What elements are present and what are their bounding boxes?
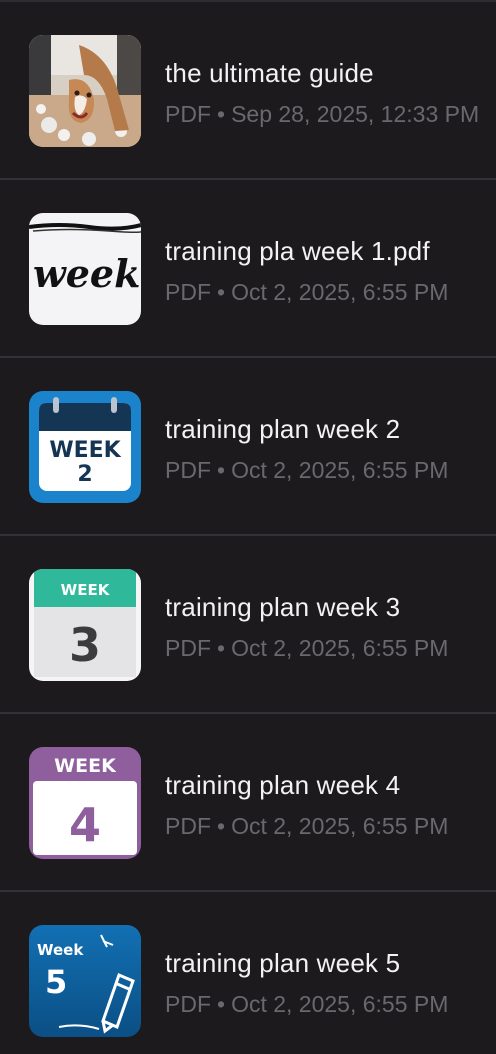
- file-type: PDF: [165, 101, 211, 127]
- file-title: training plan week 2: [165, 414, 401, 444]
- pencil-week-5-thumbnail: Week 5: [29, 925, 141, 1037]
- file-row-training-pla-week-1[interactable]: week 1 training pla week 1.pdf PDF•Oct 2…: [0, 180, 496, 358]
- file-row-the-ultimate-guide[interactable]: the ultimate guide PDF • Sep 28, 2025, 12:…: [0, 2, 496, 180]
- separator-dot: •: [217, 813, 226, 839]
- file-date: Oct 2, 2025, 6:55 PM: [231, 991, 449, 1017]
- calendar-week-4-thumbnail: WEEK 4: [29, 747, 141, 859]
- file-meta: PDF • Oct 2, 2025, 6:55 PM: [165, 991, 496, 1018]
- week-label: WEEK: [54, 755, 117, 777]
- file-date: Oct 2, 2025, 6:55 PM: [231, 279, 449, 305]
- week-number: 2: [77, 462, 92, 487]
- separator-dot: •: [217, 457, 226, 483]
- file-list: the ultimate guide PDF • Sep 28, 2025, 12:…: [0, 0, 496, 1054]
- file-meta: PDF • Oct 2, 2025, 6:55 PM: [165, 813, 496, 840]
- file-date: Sep 28, 2025, 12:33 PM: [231, 101, 480, 127]
- file-date: Oct 2, 2025, 6:55 PM: [231, 635, 449, 661]
- file-type: PDF: [165, 279, 211, 305]
- calendar-week-2-thumbnail: WEEK 2: [29, 391, 141, 503]
- file-date: Oct 2, 2025, 6:55 PM: [231, 813, 449, 839]
- file-type: PDF: [165, 813, 211, 839]
- file-title: training plan week 3: [165, 592, 401, 622]
- file-type: PDF: [165, 457, 211, 483]
- file-title: the ultimate guide: [165, 58, 374, 88]
- file-row-training-plan-week-3[interactable]: WEEK 3 training plan week 3 PDF • Oct 2, 2…: [0, 536, 496, 714]
- week-number: 4: [69, 798, 101, 852]
- file-date: Oct 2, 2025, 6:55 PM: [231, 457, 449, 483]
- week-label: WEEK: [49, 438, 121, 463]
- file-row-training-plan-week-4[interactable]: WEEK 4 training plan week 4 PDF • Oct 2, 2…: [0, 714, 496, 892]
- calendar-week-3-thumbnail: WEEK 3: [29, 569, 141, 681]
- file-meta: PDF • Oct 2, 2025, 6:55 PM: [165, 457, 496, 484]
- file-meta: PDF • Sep 28, 2025, 12:33 PM: [165, 101, 496, 128]
- week-1-thumbnail: week 1: [29, 213, 141, 325]
- file-row-training-plan-week-5[interactable]: Week 5 training plan week 5 PDF • Oct 2, 2…: [0, 892, 496, 1054]
- separator-dot: •: [217, 635, 226, 661]
- dog-photo-thumbnail: [29, 35, 141, 147]
- week-label: WEEK: [61, 581, 111, 599]
- week-label: Week: [37, 941, 84, 959]
- file-type: PDF: [165, 635, 211, 661]
- file-meta: PDF • Oct 2, 2025, 6:55 PM: [165, 279, 496, 306]
- file-title: training plan week 4: [165, 770, 401, 800]
- file-row-training-plan-week-2[interactable]: WEEK 2 training plan week 2 PDF • Oct 2, 2…: [0, 358, 496, 536]
- separator-dot: •: [217, 279, 226, 305]
- week-1-lettering: week 1: [33, 251, 141, 296]
- file-type: PDF: [165, 991, 211, 1017]
- separator-dot: •: [217, 101, 226, 127]
- file-meta: PDF • Oct 2, 2025, 6:55 PM: [165, 635, 496, 662]
- week-number: 3: [69, 618, 101, 672]
- file-title: training pla week 1.pdf: [165, 236, 430, 266]
- separator-dot: •: [217, 991, 226, 1017]
- file-title: training plan week 5: [165, 948, 401, 978]
- week-number: 5: [45, 963, 67, 1001]
